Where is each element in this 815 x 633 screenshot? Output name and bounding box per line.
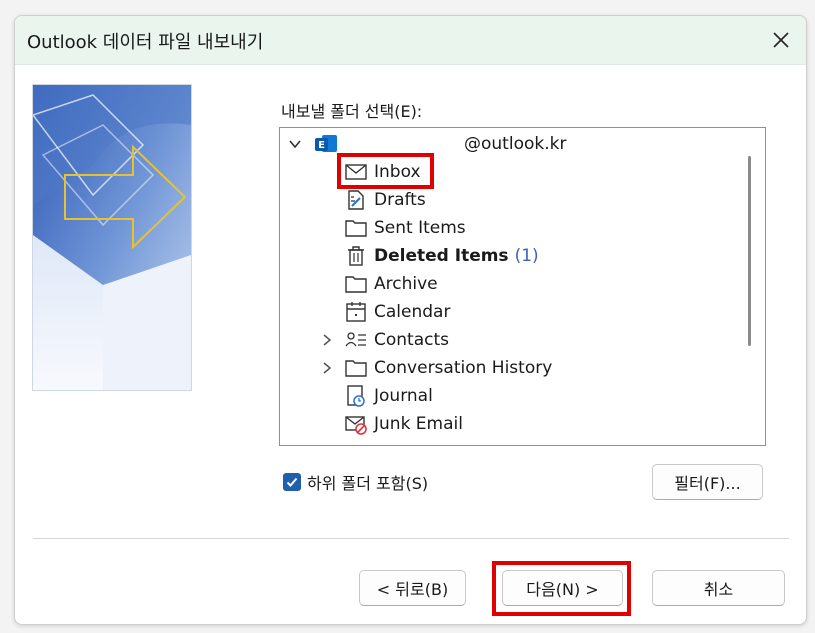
title-bar: Outlook 데이터 파일 내보내기: [15, 16, 806, 65]
checkmark-icon: [286, 477, 298, 487]
tree-row-archive[interactable]: Archive: [344, 270, 438, 298]
folder-icon: [344, 356, 368, 380]
tree-row-calendar[interactable]: Calendar: [344, 298, 450, 326]
separator: [33, 538, 789, 539]
tree-row-sent-items[interactable]: Sent Items: [344, 214, 466, 242]
folder-label: Conversation History: [374, 358, 553, 378]
folder-label: Junk Email: [374, 414, 463, 434]
folder-label: Calendar: [374, 302, 451, 322]
next-highlight-box: [492, 561, 631, 616]
folder-label: Drafts: [374, 190, 426, 210]
tree-row-contacts[interactable]: Contacts: [320, 326, 449, 354]
folder-icon: [344, 272, 368, 296]
tree-row-junk-email[interactable]: Junk Email: [344, 410, 463, 438]
chevron-right-icon[interactable]: [320, 333, 334, 347]
account-email: @outlook.kr: [464, 134, 567, 154]
close-button[interactable]: [764, 23, 798, 57]
folder-label: Sent Items: [374, 218, 466, 238]
include-subfolders-label: 하위 폴더 포함(S): [307, 474, 429, 493]
folder-label: Archive: [374, 274, 438, 294]
tree-row-drafts[interactable]: Drafts: [344, 186, 426, 214]
contacts-icon: [344, 328, 368, 352]
folder-label: Deleted Items: [374, 246, 509, 266]
chevron-right-icon[interactable]: [320, 361, 334, 375]
folder-label: Contacts: [374, 330, 449, 350]
include-subfolders-option[interactable]: 하위 폴더 포함(S): [283, 470, 428, 494]
folder-icon: [344, 216, 368, 240]
inbox-highlight-box: [337, 153, 434, 189]
trash-icon: [344, 244, 368, 268]
calendar-icon: [344, 300, 368, 324]
dialog-title: Outlook 데이터 파일 내보내기: [27, 32, 264, 53]
export-dialog: Outlook 데이터 파일 내보내기 내보낼 폴더 선택(E): E @out…: [14, 15, 807, 625]
include-subfolders-checkbox[interactable]: [283, 473, 301, 491]
drafts-icon: [344, 188, 368, 212]
journal-icon: [344, 384, 368, 408]
tree-row-journal[interactable]: Journal: [344, 382, 433, 410]
outlook-icon: E: [314, 132, 338, 156]
chevron-down-icon[interactable]: [288, 137, 302, 151]
select-folder-label: 내보낼 폴더 선택(E):: [281, 102, 423, 121]
svg-text:E: E: [318, 140, 325, 151]
filter-button[interactable]: 필터(F)...: [652, 464, 763, 500]
wizard-side-image: [32, 84, 192, 391]
junk-icon: [344, 412, 368, 436]
folder-label: Journal: [374, 386, 433, 406]
tree-scrollbar[interactable]: [748, 156, 751, 346]
back-button[interactable]: < 뒤로(B): [359, 570, 466, 606]
unread-count: (1): [514, 246, 539, 266]
tree-row-deleted-items[interactable]: Deleted Items (1): [344, 242, 539, 270]
tree-row-conversation-history[interactable]: Conversation History: [320, 354, 552, 382]
cancel-button[interactable]: 취소: [652, 570, 785, 606]
close-icon: [773, 32, 789, 48]
